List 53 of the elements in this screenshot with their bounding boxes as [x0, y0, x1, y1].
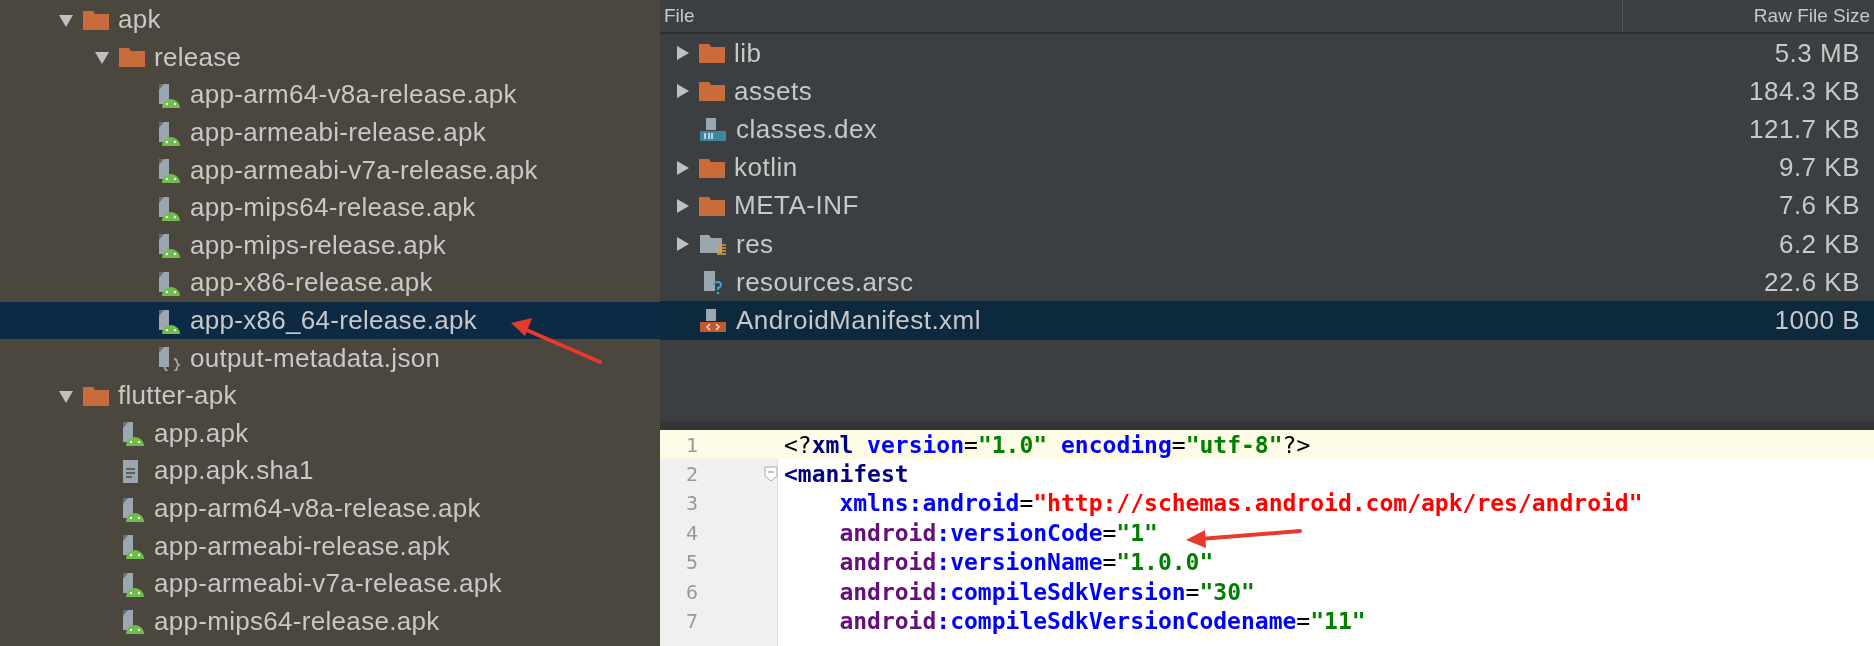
tree-item[interactable]: release [0, 38, 660, 77]
column-header[interactable]: File [660, 0, 1622, 32]
file-row[interactable]: resources.arsc 22.6 KB [660, 263, 1874, 302]
line-number: 4 [685, 519, 699, 547]
tree-item[interactable]: app-x86_64-release.apk [0, 301, 660, 340]
tree-item[interactable]: app-mips-release.apk [0, 226, 660, 265]
tree-item[interactable]: app-mips64-release.apk [0, 602, 660, 641]
tree-item[interactable]: app-armeabi-release.apk [0, 527, 660, 565]
file-row[interactable]: AndroidManifest.xml 1000 B [660, 301, 1874, 340]
collapsed-triangle-icon[interactable] [674, 83, 690, 100]
file-row[interactable]: classes.dex 121.7 KB [660, 110, 1874, 149]
column-header[interactable]: Raw File Size [1622, 0, 1874, 32]
xml-file-icon [698, 307, 728, 334]
tree-item[interactable]: app.apk.sha1 [0, 452, 660, 490]
tree-item[interactable]: output-metadata.json [0, 339, 660, 377]
file-row[interactable]: res 6.2 KB [660, 224, 1874, 264]
tree-item[interactable]: app-mips64-release.apk [0, 188, 660, 227]
code-editor[interactable] [660, 421, 1874, 646]
collapsed-triangle-icon[interactable] [674, 45, 690, 62]
code-line: android:compileSdkVersionCodename="11" [838, 608, 1366, 635]
tree-item[interactable]: flutter-apk [0, 376, 660, 415]
tree-item[interactable]: app-x86-release.apk [0, 264, 660, 302]
line-number: 2 [685, 461, 699, 489]
file-row[interactable]: kotlin 9.7 KB [660, 148, 1874, 187]
collapsed-triangle-icon[interactable] [674, 197, 690, 214]
code-line: android:versionName="1.0.0" [838, 549, 1214, 576]
tree-item[interactable]: app.apk [0, 414, 660, 453]
folder-icon [698, 79, 726, 104]
line-number: 7 [685, 608, 699, 636]
code-line: <manifest [784, 461, 909, 488]
folder-icon [118, 45, 146, 70]
code-line: <?xml version="1.0" encoding="utf-8"?> [784, 431, 1311, 458]
folder-icon [698, 41, 726, 66]
code-line: android:versionCode="1" [838, 519, 1158, 546]
file-row[interactable]: assets 184.3 KB [660, 72, 1874, 111]
collapsed-triangle-icon[interactable] [674, 159, 690, 176]
code-line: xmlns:android="http://schemas.android.com/apk/res/android" [838, 490, 1643, 517]
binary-file-icon [698, 116, 728, 143]
tree-item[interactable]: app-arm64-v8a-release.apk [0, 489, 660, 528]
expanded-triangle-icon[interactable] [94, 49, 110, 66]
tree-item[interactable]: app-armeabi-v7a-release.apk [0, 564, 660, 603]
collapsed-triangle-icon[interactable] [674, 236, 690, 253]
line-number: 3 [685, 490, 699, 518]
line-number: 1 [685, 431, 699, 459]
tree-item[interactable]: app-arm64-v8a-release.apk [0, 76, 660, 114]
tree-item[interactable]: app-armeabi-release.apk [0, 113, 660, 152]
tree-item[interactable]: app-armeabi-v7a-release.apk [0, 151, 660, 189]
tree-item[interactable]: apk [0, 1, 660, 39]
file-row[interactable]: META-INF 7.6 KB [660, 186, 1874, 225]
line-number: 6 [685, 578, 699, 606]
code-line: android:compileSdkVersion="30" [838, 578, 1255, 605]
line-number: 5 [685, 549, 699, 577]
file-row[interactable]: lib 5.3 MB [660, 34, 1874, 73]
